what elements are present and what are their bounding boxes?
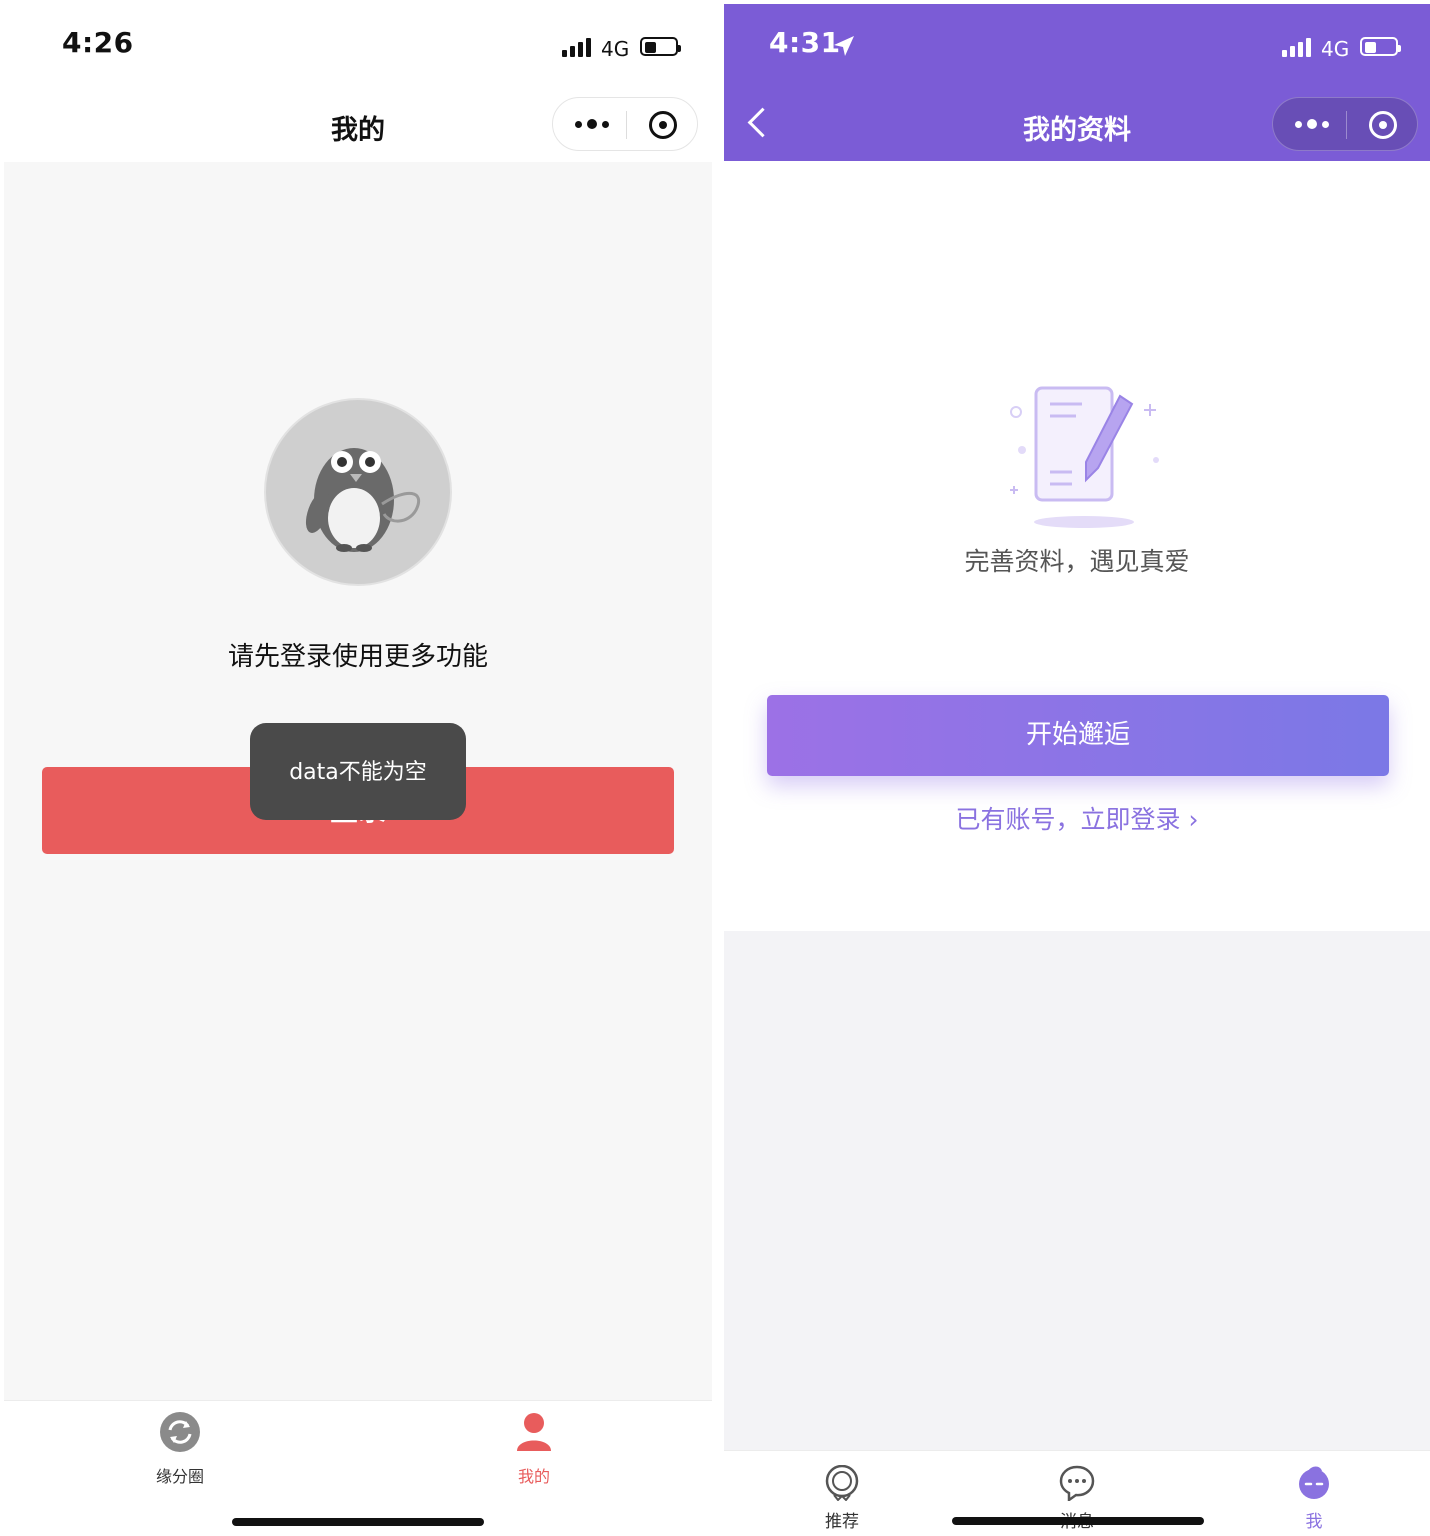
close-target-icon[interactable] <box>1369 111 1397 139</box>
status-time: 4:31 <box>769 26 841 59</box>
tab-recommend[interactable]: 推荐 <box>792 1464 892 1532</box>
capsule-divider <box>626 111 627 139</box>
tab-label: 我 <box>1305 1512 1323 1532</box>
tab-label: 缘分圈 <box>155 1467 204 1486</box>
home-indicator[interactable] <box>232 1518 484 1526</box>
tab-bar: 缘分圈 我的 <box>4 1400 712 1536</box>
status-bar: 4:26 4G <box>4 4 712 90</box>
network-label: 4G <box>601 37 630 61</box>
recommend-icon <box>825 1464 859 1502</box>
mini-program-capsule <box>552 97 698 151</box>
home-indicator[interactable] <box>952 1517 1204 1525</box>
header-bar: 4:31 4G 我的资料 <box>724 4 1430 161</box>
status-time: 4:26 <box>62 26 134 59</box>
person-icon <box>517 1413 551 1451</box>
login-prompt: 请先登录使用更多功能 <box>227 642 488 672</box>
more-icon[interactable] <box>1295 119 1329 129</box>
error-toast: data不能为空 <box>250 723 466 820</box>
login-link[interactable]: 已有账号，立即登录 › <box>724 800 1430 836</box>
refresh-circle-icon <box>160 1412 200 1452</box>
me-face-icon <box>1299 1466 1329 1499</box>
penguin-avatar-icon <box>305 448 421 552</box>
tab-mine[interactable]: 我的 <box>474 1411 594 1487</box>
location-arrow-icon <box>834 36 854 56</box>
profile-slogan: 完善资料，遇见真爱 <box>964 547 1190 576</box>
signal-icon <box>1282 37 1311 57</box>
close-target-icon[interactable] <box>649 111 677 139</box>
more-icon[interactable] <box>575 119 609 129</box>
mini-program-capsule <box>1272 97 1418 151</box>
capsule-divider <box>1346 111 1347 139</box>
tab-yuanfenquan[interactable]: 缘分圈 <box>120 1411 240 1487</box>
battery-icon <box>1360 37 1401 56</box>
signal-icon <box>562 37 591 57</box>
network-label: 4G <box>1321 37 1350 61</box>
chat-bubble-icon <box>1059 1465 1095 1503</box>
tab-me[interactable]: 我 <box>1264 1465 1364 1532</box>
left-phone-screen: 4:26 4G 我的 请先登录使用更多功能 登录 data不能 <box>4 4 712 1536</box>
battery-icon <box>640 37 681 56</box>
screen-divider <box>712 0 724 1536</box>
tab-label: 推荐 <box>825 1512 859 1532</box>
right-phone-screen: 4:31 4G 我的资料 完善资料，遇见真爱 开始邂逅 已有账号，立即登录 › … <box>724 4 1430 1536</box>
avatar[interactable] <box>264 398 452 586</box>
start-button[interactable]: 开始邂逅 <box>767 695 1389 776</box>
tab-label: 我的 <box>517 1467 550 1486</box>
edit-document-icon <box>1010 386 1159 528</box>
start-button-label: 开始邂逅 <box>1025 720 1130 750</box>
